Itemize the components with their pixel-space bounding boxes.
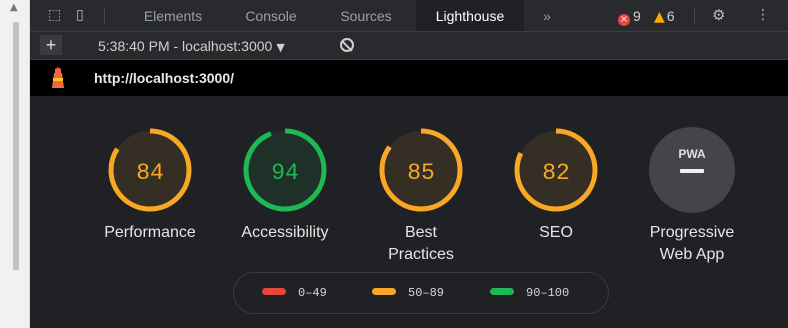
warning-icon: ▲ <box>654 9 665 25</box>
score-ring: 94 <box>243 128 327 212</box>
score-ring: 82 <box>514 128 598 212</box>
toolbar-divider <box>104 8 105 24</box>
warning-count: 6 <box>666 8 675 24</box>
lighthouse-logo-icon <box>52 67 64 88</box>
clear-reports-icon[interactable] <box>340 38 354 52</box>
inspect-element-icon[interactable]: ⬚ <box>48 8 64 22</box>
legend-average-range: 50–89 <box>408 286 445 300</box>
legend-fail-swatch <box>262 288 286 295</box>
gauge-label-line2: Practices <box>388 246 454 263</box>
dropdown-caret-icon: ▼ <box>276 41 285 54</box>
score-legend: 0–49 50–89 90–100 <box>233 272 609 314</box>
page-scrollbar[interactable]: ▲ <box>0 0 30 328</box>
legend-fail: 0–49 <box>262 273 327 313</box>
pwa-badge-text: PWA <box>678 147 706 161</box>
error-count-badge[interactable]: × 9 <box>618 0 641 31</box>
gauge-label-line1: Progressive <box>649 224 735 241</box>
report-url-link[interactable]: http://localhost:3000/ <box>94 60 234 96</box>
device-toolbar-icon[interactable]: ▯ <box>76 8 92 22</box>
score-value: 94 <box>271 160 299 186</box>
score-ring: 84 <box>108 128 192 212</box>
more-options-icon[interactable]: ⋮ <box>756 8 772 22</box>
report-url-bar: http://localhost:3000/ <box>30 60 788 96</box>
report-selector-label: 5:38:40 PM - localhost:3000 <box>98 38 273 54</box>
settings-gear-icon[interactable]: ⚙ <box>712 8 728 23</box>
scrollbar-thumb[interactable] <box>13 22 19 270</box>
toolbar-divider <box>694 8 695 24</box>
tab-sources[interactable]: Sources <box>324 0 408 31</box>
warning-count-badge[interactable]: ▲ 6 <box>654 0 675 31</box>
score-value: 82 <box>542 160 570 186</box>
legend-pass-range: 90–100 <box>526 286 570 300</box>
legend-fail-range: 0–49 <box>298 286 327 300</box>
legend-pass: 90–100 <box>490 273 569 313</box>
devtools-tab-bar: ⬚ ▯ Elements Console Sources Lighthouse … <box>30 0 788 32</box>
error-count: 9 <box>633 8 641 24</box>
tab-lighthouse[interactable]: Lighthouse <box>416 0 524 31</box>
legend-average-swatch <box>372 288 396 295</box>
lighthouse-toolbar: + 5:38:40 PM - localhost:3000 ▼ <box>30 32 788 60</box>
gauge-label: Progressive Web App <box>612 222 772 266</box>
error-icon: × <box>618 14 630 26</box>
more-tabs-button[interactable]: » <box>532 0 562 31</box>
score-value: 84 <box>136 160 164 186</box>
gauge-pwa[interactable]: PWA Progressive Web App <box>612 124 772 266</box>
report-selector[interactable]: 5:38:40 PM - localhost:3000 ▼ <box>98 32 285 59</box>
legend-average: 50–89 <box>372 273 444 313</box>
tab-console[interactable]: Console <box>228 0 314 31</box>
legend-pass-swatch <box>490 288 514 295</box>
score-value: 85 <box>407 160 435 186</box>
tab-elements[interactable]: Elements <box>130 0 216 31</box>
score-ring: 85 <box>379 128 463 212</box>
new-report-button[interactable]: + <box>40 35 62 55</box>
gauge-label-line2: Web App <box>659 246 725 263</box>
pwa-badge-icon: PWA <box>649 127 735 213</box>
devtools-panel: ⬚ ▯ Elements Console Sources Lighthouse … <box>30 0 788 328</box>
scroll-up-arrow-icon[interactable]: ▲ <box>10 2 18 13</box>
